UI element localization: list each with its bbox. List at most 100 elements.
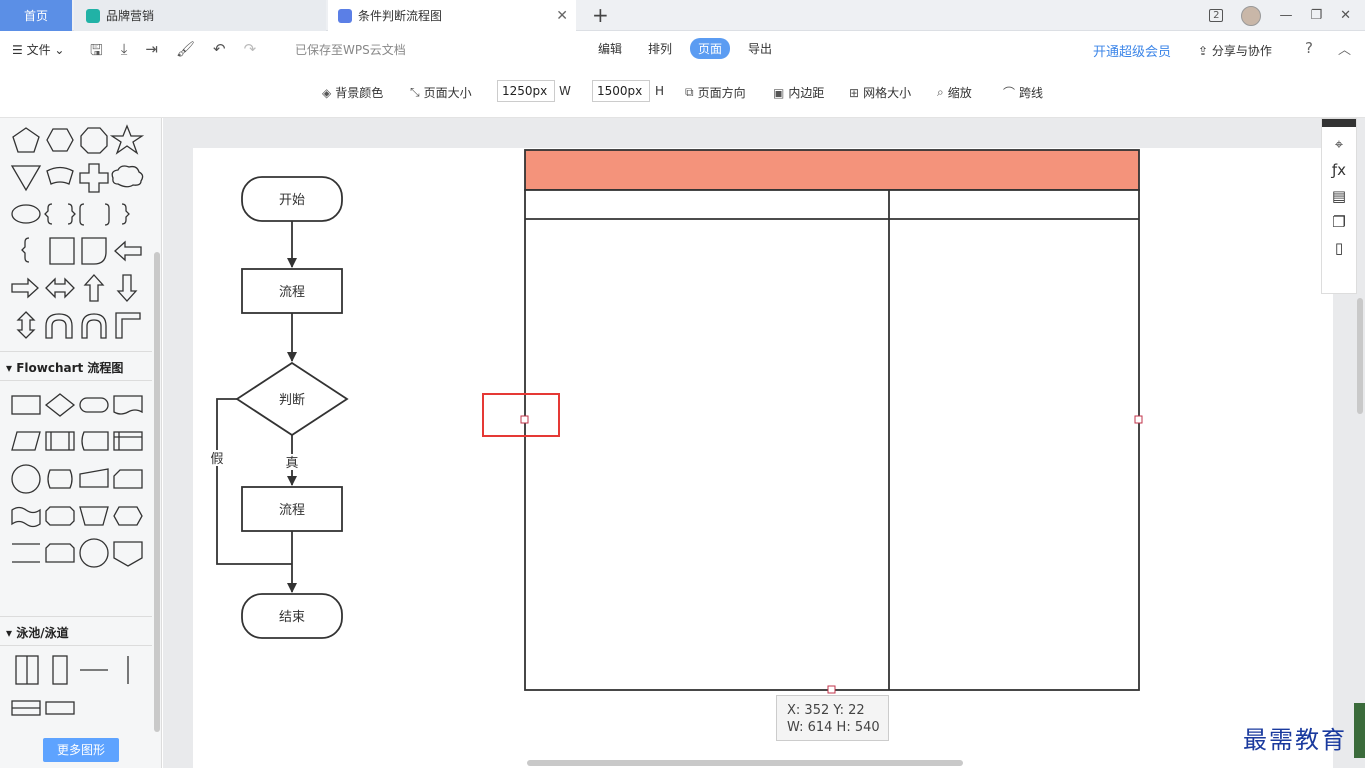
jump-line-tool[interactable]: ⌒ 跨线 (1003, 84, 1043, 101)
manual-input-shape[interactable] (79, 468, 109, 488)
arrow-right-shape[interactable] (11, 277, 39, 299)
arrow-up-shape[interactable] (83, 274, 105, 302)
swimlane-section-header[interactable]: ▾ 泳池/泳道 (0, 616, 152, 646)
tab-flowchart[interactable]: 条件判断流程图 ✕ (328, 0, 576, 31)
padding-tool[interactable]: ▣ 内边距 (773, 84, 824, 101)
decision-shape[interactable] (44, 393, 76, 417)
basic-shapes-grid[interactable] (0, 118, 152, 358)
callout-shape[interactable] (11, 204, 41, 224)
horizontal-scrollbar[interactable] (527, 760, 963, 766)
stored-data-shape[interactable] (81, 431, 109, 451)
download-icon[interactable]: ⤓ (121, 40, 128, 65)
manual-operation-shape[interactable] (79, 506, 109, 526)
lane-vertical-shape[interactable] (52, 655, 68, 685)
undo-icon[interactable]: ↶ (213, 40, 226, 65)
collapse-button[interactable]: ︿ (1338, 39, 1351, 58)
minimize-button[interactable]: — (1279, 8, 1292, 23)
format-painter-icon[interactable]: 🖌 (176, 40, 195, 65)
calendar-icon[interactable]: ▤ (1322, 187, 1356, 205)
orientation-tool[interactable]: ⧉ 页面方向 (685, 84, 746, 101)
page-icon[interactable]: ▯ (1322, 239, 1356, 257)
connector-shape[interactable] (11, 464, 41, 494)
window-count-badge[interactable]: 2 (1209, 9, 1224, 22)
formula-icon[interactable]: ƒx (1322, 161, 1356, 179)
tape-shape[interactable] (11, 506, 41, 528)
circle-shape[interactable] (79, 538, 109, 568)
pages-icon[interactable]: ❐ (1322, 213, 1356, 231)
resize-icon: ⤡ (410, 85, 420, 99)
vertical-scrollbar[interactable] (1357, 298, 1363, 414)
vip-link[interactable]: 开通超级会员 (1093, 41, 1171, 60)
width-field[interactable]: 1250px (497, 80, 555, 102)
more-shapes-button[interactable]: 更多图形 (43, 738, 119, 762)
document-shape[interactable] (113, 395, 143, 415)
arrow-left-shape[interactable] (114, 240, 142, 262)
cloud-shape[interactable] (111, 165, 144, 188)
cross-shape[interactable] (79, 163, 109, 193)
menu-export[interactable]: 导出 (740, 38, 780, 59)
bg-color-tool[interactable]: ◈ 背景颜色 (322, 84, 383, 101)
menu-edit[interactable]: 编辑 (590, 38, 630, 59)
close-tab-icon[interactable]: ✕ (556, 8, 568, 24)
panel-scrollbar[interactable] (154, 252, 160, 732)
redo-icon[interactable]: ↷ (244, 40, 257, 65)
close-window-button[interactable]: ✕ (1340, 8, 1351, 23)
card-flow-shape[interactable] (113, 469, 143, 489)
hexagon-shape[interactable] (46, 128, 74, 152)
page-size-tool[interactable]: ⤡ 页面大小 (410, 84, 472, 101)
card-shape[interactable] (49, 237, 75, 265)
arrow-down-shape[interactable] (116, 274, 138, 302)
predefined-shape[interactable] (45, 431, 75, 451)
octagon-shape[interactable] (80, 127, 108, 154)
canvas-area[interactable] (163, 118, 1365, 768)
file-menu[interactable]: ☰ 文件 ⌄ (12, 41, 64, 58)
swimlane-shapes-grid[interactable] (0, 648, 152, 728)
loop-limit-shape[interactable] (45, 543, 75, 563)
menu-arrange[interactable]: 排列 (640, 38, 680, 59)
export-icon[interactable]: ⇥ (145, 40, 158, 65)
triangle-shape[interactable] (10, 165, 42, 192)
flowchart-section-header[interactable]: ▾ Flowchart 流程图 (0, 351, 152, 381)
brace-left-shape[interactable] (44, 203, 53, 225)
zoom-tool[interactable]: ⌕ 缩放 (937, 84, 972, 101)
save-icon[interactable]: 🖫 (90, 40, 103, 65)
share-button[interactable]: ⇪ 分享与协作 (1198, 42, 1272, 59)
star-shape[interactable] (109, 124, 145, 155)
flowchart-shapes-grid[interactable]: [ (0, 386, 152, 586)
add-tab-button[interactable]: + (592, 3, 609, 27)
data-shape[interactable] (11, 431, 41, 451)
big-brace-shape[interactable] (21, 237, 30, 263)
u-turn-shape[interactable] (45, 313, 73, 339)
bracket-left-shape[interactable] (79, 203, 85, 226)
avatar[interactable] (1241, 5, 1262, 26)
u-arrow-shape[interactable] (81, 313, 107, 339)
pentagon-shape[interactable] (12, 127, 40, 153)
preparation-alt-shape[interactable] (45, 506, 75, 526)
delay-shape[interactable] (81, 237, 107, 265)
flowchart-doc-icon (338, 8, 352, 23)
terminator-shape[interactable] (79, 397, 109, 413)
offpage-shape[interactable] (113, 541, 143, 567)
preparation-shape[interactable] (113, 506, 143, 526)
grid-size-tool[interactable]: ⊞ 网格大小 (849, 84, 911, 101)
help-button[interactable]: ? (1305, 39, 1313, 57)
corner-shape[interactable] (115, 312, 141, 339)
process-shape[interactable] (11, 395, 41, 415)
restore-button[interactable]: ❐ (1310, 8, 1322, 23)
bracket-right-shape[interactable] (104, 203, 110, 226)
paint-bucket-icon: ◈ (322, 85, 332, 100)
height-field[interactable]: 1500px (592, 80, 650, 102)
arrow-both-shape[interactable] (45, 277, 75, 299)
banner-shape[interactable] (46, 166, 74, 185)
lane-horizontal-shape[interactable] (45, 701, 75, 715)
tab-home[interactable]: 首页 (0, 0, 72, 31)
arrow-updown-shape[interactable] (16, 311, 36, 339)
internal-storage-shape[interactable] (113, 431, 143, 451)
brace-right-shape[interactable] (67, 203, 76, 225)
menu-page[interactable]: 页面 (690, 38, 731, 59)
curly-right-shape[interactable] (121, 203, 130, 225)
tab-brand[interactable]: 品牌营销 (74, 0, 326, 31)
diagram-page[interactable] (193, 148, 1333, 768)
direct-access-shape[interactable] (47, 469, 73, 489)
navigator-icon[interactable]: ⌖ (1322, 135, 1356, 153)
